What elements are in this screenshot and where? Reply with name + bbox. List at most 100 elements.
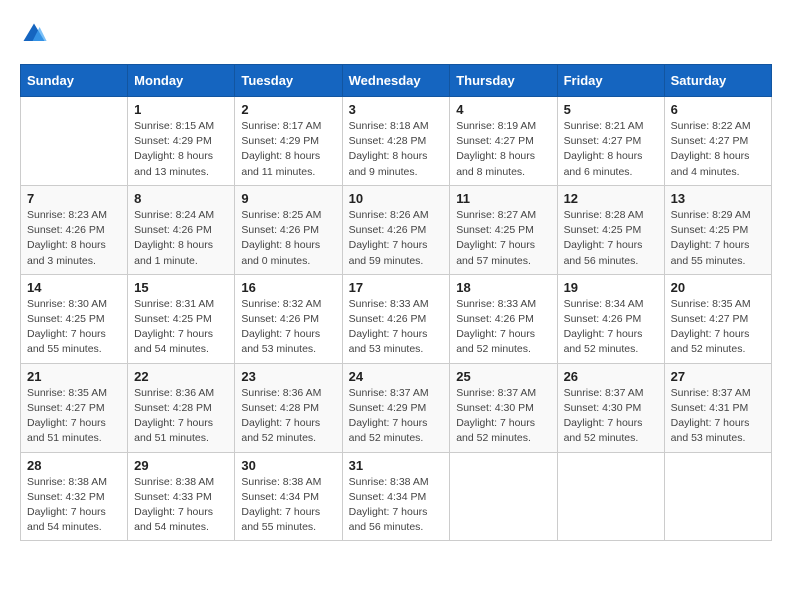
day-number: 18 [456,280,550,295]
day-info: Sunrise: 8:18 AM Sunset: 4:28 PM Dayligh… [349,119,444,180]
day-cell [21,97,128,186]
day-number: 17 [349,280,444,295]
day-info: Sunrise: 8:27 AM Sunset: 4:25 PM Dayligh… [456,208,550,269]
day-number: 8 [134,191,228,206]
day-info: Sunrise: 8:24 AM Sunset: 4:26 PM Dayligh… [134,208,228,269]
day-info: Sunrise: 8:37 AM Sunset: 4:31 PM Dayligh… [671,386,765,447]
day-number: 16 [241,280,335,295]
day-number: 3 [349,102,444,117]
day-info: Sunrise: 8:31 AM Sunset: 4:25 PM Dayligh… [134,297,228,358]
calendar-body: 1Sunrise: 8:15 AM Sunset: 4:29 PM Daylig… [21,97,772,541]
day-cell: 9Sunrise: 8:25 AM Sunset: 4:26 PM Daylig… [235,185,342,274]
header-cell-tuesday: Tuesday [235,65,342,97]
day-cell: 1Sunrise: 8:15 AM Sunset: 4:29 PM Daylig… [128,97,235,186]
day-cell: 22 Sunrise: 8:36 AM Sunset: 4:28 PM Dayli… [128,363,235,452]
day-cell: 28 Sunrise: 8:38 AM Sunset: 4:32 PM Dayli… [21,452,128,541]
day-cell: 20Sunrise: 8:35 AM Sunset: 4:27 PM Dayli… [664,274,771,363]
day-number: 7 [27,191,121,206]
calendar-header: SundayMondayTuesdayWednesdayThursdayFrid… [21,65,772,97]
day-number: 29 [134,458,228,473]
day-number: 28 [27,458,121,473]
day-cell: 15Sunrise: 8:31 AM Sunset: 4:25 PM Dayli… [128,274,235,363]
calendar-table: SundayMondayTuesdayWednesdayThursdayFrid… [20,64,772,541]
day-info: Sunrise: 8:37 AM Sunset: 4:30 PM Dayligh… [456,386,550,447]
day-cell: 7 Sunrise: 8:23 AM Sunset: 4:26 PM Daylig… [21,185,128,274]
day-cell: 21 Sunrise: 8:35 AM Sunset: 4:27 PM Dayli… [21,363,128,452]
header-cell-wednesday: Wednesday [342,65,450,97]
day-number: 11 [456,191,550,206]
day-cell: 25 Sunrise: 8:37 AM Sunset: 4:30 PM Dayli… [450,363,557,452]
day-info: Sunrise: 8:38 AM Sunset: 4:32 PM Dayligh… [27,475,121,536]
day-info: Sunrise: 8:38 AM Sunset: 4:33 PM Dayligh… [134,475,228,536]
day-cell: 12 Sunrise: 8:28 AM Sunset: 4:25 PM Dayli… [557,185,664,274]
day-cell [664,452,771,541]
day-info: Sunrise: 8:33 AM Sunset: 4:26 PM Dayligh… [349,297,444,358]
day-number: 2 [241,102,335,117]
day-cell: 3 Sunrise: 8:18 AM Sunset: 4:28 PM Daylig… [342,97,450,186]
day-number: 13 [671,191,765,206]
day-number: 10 [349,191,444,206]
day-info: Sunrise: 8:30 AM Sunset: 4:25 PM Dayligh… [27,297,121,358]
day-number: 5 [564,102,658,117]
day-cell: 26 Sunrise: 8:37 AM Sunset: 4:30 PM Dayli… [557,363,664,452]
day-number: 20 [671,280,765,295]
header-cell-saturday: Saturday [664,65,771,97]
day-number: 12 [564,191,658,206]
day-cell: 18 Sunrise: 8:33 AM Sunset: 4:26 PM Dayli… [450,274,557,363]
day-info: Sunrise: 8:33 AM Sunset: 4:26 PM Dayligh… [456,297,550,358]
day-info: Sunrise: 8:26 AM Sunset: 4:26 PM Dayligh… [349,208,444,269]
day-cell: 11 Sunrise: 8:27 AM Sunset: 4:25 PM Dayli… [450,185,557,274]
day-cell: 24 Sunrise: 8:37 AM Sunset: 4:29 PM Dayli… [342,363,450,452]
day-cell: 30 Sunrise: 8:38 AM Sunset: 4:34 PM Dayli… [235,452,342,541]
day-cell: 4Sunrise: 8:19 AM Sunset: 4:27 PM Daylig… [450,97,557,186]
day-number: 23 [241,369,335,384]
day-info: Sunrise: 8:37 AM Sunset: 4:30 PM Dayligh… [564,386,658,447]
day-number: 24 [349,369,444,384]
day-cell: 23 Sunrise: 8:36 AM Sunset: 4:28 PM Dayli… [235,363,342,452]
day-cell: 13 Sunrise: 8:29 AM Sunset: 4:25 PM Dayli… [664,185,771,274]
header-cell-friday: Friday [557,65,664,97]
day-cell: 6 Sunrise: 8:22 AM Sunset: 4:27 PM Daylig… [664,97,771,186]
logo [20,20,52,48]
day-cell: 16 Sunrise: 8:32 AM Sunset: 4:26 PM Dayli… [235,274,342,363]
day-cell: 27Sunrise: 8:37 AM Sunset: 4:31 PM Dayli… [664,363,771,452]
week-row-4: 21 Sunrise: 8:35 AM Sunset: 4:27 PM Dayli… [21,363,772,452]
day-number: 30 [241,458,335,473]
week-row-5: 28 Sunrise: 8:38 AM Sunset: 4:32 PM Dayli… [21,452,772,541]
day-cell: 31Sunrise: 8:38 AM Sunset: 4:34 PM Dayli… [342,452,450,541]
day-number: 9 [241,191,335,206]
day-number: 31 [349,458,444,473]
day-number: 6 [671,102,765,117]
header-row: SundayMondayTuesdayWednesdayThursdayFrid… [21,65,772,97]
day-cell [557,452,664,541]
day-info: Sunrise: 8:28 AM Sunset: 4:25 PM Dayligh… [564,208,658,269]
day-info: Sunrise: 8:19 AM Sunset: 4:27 PM Dayligh… [456,119,550,180]
logo-icon [20,20,48,48]
week-row-3: 14 Sunrise: 8:30 AM Sunset: 4:25 PM Dayli… [21,274,772,363]
day-info: Sunrise: 8:23 AM Sunset: 4:26 PM Dayligh… [27,208,121,269]
day-info: Sunrise: 8:38 AM Sunset: 4:34 PM Dayligh… [241,475,335,536]
day-cell: 17 Sunrise: 8:33 AM Sunset: 4:26 PM Dayli… [342,274,450,363]
header-cell-sunday: Sunday [21,65,128,97]
day-info: Sunrise: 8:32 AM Sunset: 4:26 PM Dayligh… [241,297,335,358]
day-cell: 8 Sunrise: 8:24 AM Sunset: 4:26 PM Daylig… [128,185,235,274]
day-info: Sunrise: 8:22 AM Sunset: 4:27 PM Dayligh… [671,119,765,180]
header-cell-monday: Monday [128,65,235,97]
day-info: Sunrise: 8:35 AM Sunset: 4:27 PM Dayligh… [27,386,121,447]
day-number: 22 [134,369,228,384]
day-cell: 5Sunrise: 8:21 AM Sunset: 4:27 PM Daylig… [557,97,664,186]
day-number: 1 [134,102,228,117]
day-info: Sunrise: 8:36 AM Sunset: 4:28 PM Dayligh… [241,386,335,447]
header-cell-thursday: Thursday [450,65,557,97]
page-header [20,20,772,48]
week-row-2: 7 Sunrise: 8:23 AM Sunset: 4:26 PM Daylig… [21,185,772,274]
day-number: 26 [564,369,658,384]
day-info: Sunrise: 8:29 AM Sunset: 4:25 PM Dayligh… [671,208,765,269]
day-info: Sunrise: 8:37 AM Sunset: 4:29 PM Dayligh… [349,386,444,447]
day-number: 14 [27,280,121,295]
day-info: Sunrise: 8:36 AM Sunset: 4:28 PM Dayligh… [134,386,228,447]
day-info: Sunrise: 8:34 AM Sunset: 4:26 PM Dayligh… [564,297,658,358]
day-number: 25 [456,369,550,384]
day-cell [450,452,557,541]
day-number: 21 [27,369,121,384]
